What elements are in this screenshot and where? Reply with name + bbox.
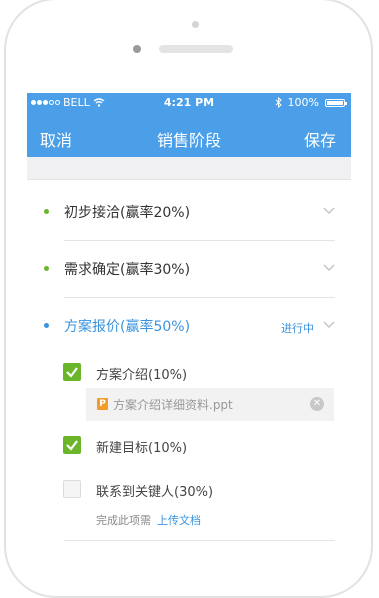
stage-item-initial-contact[interactable]: 初步接洽(赢率20%) [27, 185, 351, 241]
stage-label: 方案报价(赢率50%) [64, 319, 191, 335]
checkmark-icon [66, 367, 78, 378]
checkbox-checked[interactable] [63, 363, 81, 381]
battery-icon [325, 98, 347, 107]
status-right: 100% [275, 96, 347, 109]
stage-label: 需求确定(赢率30%) [64, 262, 191, 278]
battery-percent: 100% [287, 96, 319, 109]
section-spacer [27, 157, 351, 180]
stage-bullet [44, 266, 49, 271]
divider [64, 297, 335, 298]
task-label: 方案介绍(10%) [96, 368, 188, 383]
chevron-down-icon[interactable] [323, 318, 335, 330]
front-camera [133, 45, 141, 53]
divider [64, 240, 335, 241]
app-screen: BELL 4:21 PM 100% 取消 销售阶段 保存 初步接洽(赢率20%)… [27, 93, 351, 553]
status-bar: BELL 4:21 PM 100% [27, 93, 351, 113]
stage-item-needs-confirmed[interactable]: 需求确定(赢率30%) [27, 242, 351, 298]
save-button[interactable]: 保存 [304, 127, 336, 151]
ppt-file-icon: P [97, 398, 108, 410]
header: BELL 4:21 PM 100% 取消 销售阶段 保存 [27, 93, 351, 157]
remove-attachment-icon[interactable]: ✕ [310, 397, 324, 411]
divider [64, 540, 335, 541]
checkmark-icon [66, 440, 78, 451]
nav-bar: 取消 销售阶段 保存 [27, 115, 351, 157]
task-label: 新建目标(10%) [96, 441, 188, 456]
chevron-down-icon[interactable] [323, 204, 335, 216]
status-badge: 进行中 [281, 322, 314, 335]
checkbox-unchecked[interactable] [63, 480, 81, 498]
attachment-file[interactable]: P 方案介绍详细资料.ppt ✕ [86, 388, 334, 421]
chevron-down-icon[interactable] [323, 261, 335, 273]
hint-text: 完成此项需 [96, 514, 151, 527]
stage-item-proposal-quote[interactable]: 方案报价(赢率50%) 进行中 [27, 299, 351, 355]
front-sensor [192, 21, 199, 28]
task-label: 联系到关键人(30%) [96, 485, 214, 500]
stage-bullet [44, 323, 49, 328]
upload-document-link[interactable]: 上传文档 [157, 514, 201, 527]
stage-bullet [44, 209, 49, 214]
page-title: 销售阶段 [156, 131, 221, 150]
earpiece-speaker [159, 45, 233, 53]
upload-hint: 完成此项需 上传文档 [96, 512, 201, 528]
bluetooth-icon [275, 97, 282, 108]
checkbox-checked[interactable] [63, 436, 81, 454]
attachment-filename: 方案介绍详细资料.ppt [113, 398, 233, 412]
stage-label: 初步接洽(赢率20%) [64, 205, 191, 221]
